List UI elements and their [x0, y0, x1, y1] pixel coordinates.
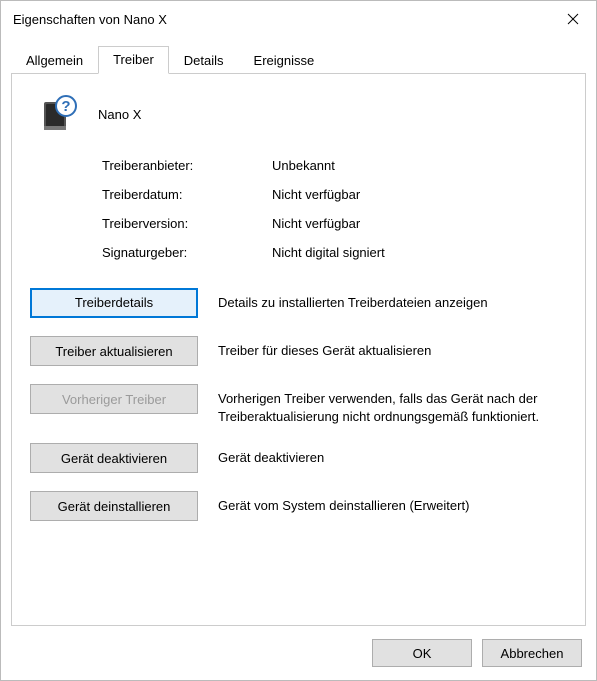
driver-info-grid: Treiberanbieter: Unbekannt Treiberdatum:…	[102, 158, 567, 260]
update-driver-button[interactable]: Treiber aktualisieren	[30, 336, 198, 366]
tab-strip: Allgemein Treiber Details Ereignisse	[11, 45, 586, 73]
uninstall-device-button[interactable]: Gerät deinstallieren	[30, 491, 198, 521]
row-driver-details: Treiberdetails Details zu installierten …	[30, 288, 567, 318]
row-rollback-driver: Vorheriger Treiber Vorherigen Treiber ve…	[30, 384, 567, 425]
rollback-driver-button: Vorheriger Treiber	[30, 384, 198, 414]
device-header: ? Nano X	[36, 92, 567, 136]
date-value: Nicht verfügbar	[272, 187, 567, 202]
properties-dialog: Eigenschaften von Nano X Allgemein Treib…	[0, 0, 597, 681]
tab-details[interactable]: Details	[169, 47, 239, 74]
disable-device-desc: Gerät deaktivieren	[218, 443, 567, 467]
device-unknown-icon: ?	[36, 92, 80, 136]
version-label: Treiberversion:	[102, 216, 242, 231]
device-name: Nano X	[98, 107, 141, 122]
driver-details-desc: Details zu installierten Treiberdateien …	[218, 288, 567, 312]
close-icon	[567, 13, 579, 25]
content-area: Allgemein Treiber Details Ereignisse ? N…	[1, 37, 596, 626]
rollback-driver-desc: Vorherigen Treiber verwenden, falls das …	[218, 384, 567, 425]
date-label: Treiberdatum:	[102, 187, 242, 202]
action-buttons-area: Treiberdetails Details zu installierten …	[30, 288, 567, 521]
titlebar: Eigenschaften von Nano X	[1, 1, 596, 37]
cancel-button[interactable]: Abbrechen	[482, 639, 582, 667]
row-uninstall-device: Gerät deinstallieren Gerät vom System de…	[30, 491, 567, 521]
driver-details-button[interactable]: Treiberdetails	[30, 288, 198, 318]
signer-label: Signaturgeber:	[102, 245, 242, 260]
update-driver-desc: Treiber für dieses Gerät aktualisieren	[218, 336, 567, 360]
ok-button[interactable]: OK	[372, 639, 472, 667]
provider-label: Treiberanbieter:	[102, 158, 242, 173]
signer-value: Nicht digital signiert	[272, 245, 567, 260]
tab-general[interactable]: Allgemein	[11, 47, 98, 74]
row-update-driver: Treiber aktualisieren Treiber für dieses…	[30, 336, 567, 366]
uninstall-device-desc: Gerät vom System deinstallieren (Erweite…	[218, 491, 567, 515]
tab-driver[interactable]: Treiber	[98, 46, 169, 74]
tab-events[interactable]: Ereignisse	[239, 47, 330, 74]
svg-text:?: ?	[61, 98, 70, 115]
window-title: Eigenschaften von Nano X	[13, 12, 550, 27]
close-button[interactable]	[550, 1, 596, 37]
disable-device-button[interactable]: Gerät deaktivieren	[30, 443, 198, 473]
tab-page-driver: ? Nano X Treiberanbieter: Unbekannt Trei…	[11, 73, 586, 626]
dialog-footer: OK Abbrechen	[1, 626, 596, 680]
version-value: Nicht verfügbar	[272, 216, 567, 231]
provider-value: Unbekannt	[272, 158, 567, 173]
row-disable-device: Gerät deaktivieren Gerät deaktivieren	[30, 443, 567, 473]
